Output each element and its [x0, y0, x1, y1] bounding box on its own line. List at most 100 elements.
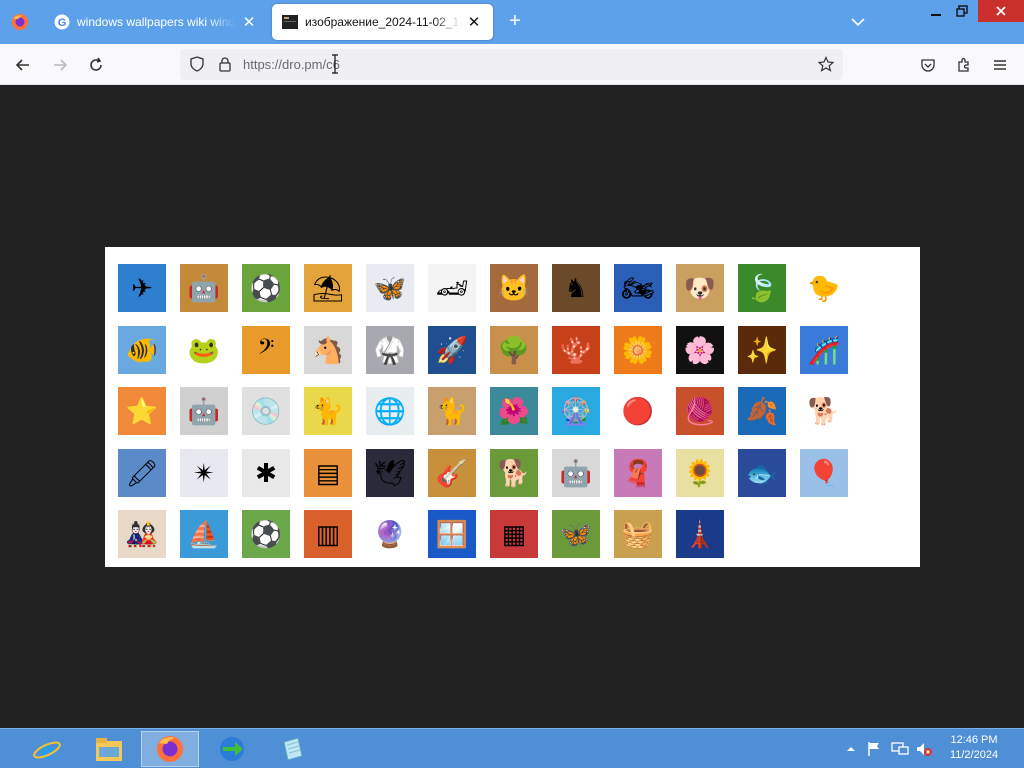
idm-icon[interactable]	[203, 731, 261, 767]
wallpaper-thumbnail-rubber-duck[interactable]: 🐤	[800, 264, 848, 312]
forward-icon[interactable]	[47, 52, 73, 78]
wallpaper-thumbnail-robot[interactable]: 🤖	[180, 264, 228, 312]
svg-text:G: G	[58, 17, 67, 29]
wallpaper-thumbnail-starfish[interactable]: ⭐	[118, 387, 166, 435]
wallpaper-thumbnail-sparks[interactable]: ✨	[738, 326, 786, 374]
wallpaper-thumbnail-daruma-doll[interactable]: 🎎	[118, 510, 166, 558]
wallpaper-thumbnail-toy-robot[interactable]: 🤖	[180, 387, 228, 435]
wallpaper-thumbnail-yellow-leaf[interactable]: 🍂	[738, 387, 786, 435]
minimize-icon[interactable]	[922, 0, 950, 22]
wallpaper-thumbnail-orange-flower[interactable]: 🌼	[614, 326, 662, 374]
wallpaper-thumbnail-airplane[interactable]: ✈	[118, 264, 166, 312]
padlock-icon[interactable]	[216, 55, 234, 73]
yellow-leaf-icon: 🍂	[745, 395, 779, 426]
reload-icon[interactable]	[83, 52, 109, 78]
wallpaper-thumbnail-race-car[interactable]: 🏎	[428, 264, 476, 312]
wallpaper-thumbnail-woven-pattern[interactable]: ▦	[490, 510, 538, 558]
wallpaper-thumbnail-soccer-balls[interactable]: ⚽	[242, 264, 290, 312]
pocket-icon[interactable]	[915, 52, 941, 78]
wallpaper-thumbnail-ball[interactable]: 🔴	[614, 387, 662, 435]
file-explorer-icon[interactable]	[80, 731, 138, 767]
wallpaper-thumbnail-frog[interactable]: 🐸	[180, 326, 228, 374]
wallpaper-thumbnail-sailboat[interactable]: ⛵	[180, 510, 228, 558]
wallpaper-thumbnail-basket[interactable]: 🧺	[614, 510, 662, 558]
network-icon[interactable]	[891, 729, 909, 768]
wallpaper-thumbnail-pink-flower[interactable]: 🌺	[490, 387, 538, 435]
wallpaper-thumbnail-silk-cloth[interactable]: 🧣	[614, 449, 662, 497]
wallpaper-thumbnail-bass-clef[interactable]: 𝄢	[242, 326, 290, 374]
wallpaper-thumbnail-horse[interactable]: 🐴	[304, 326, 352, 374]
wallpaper-thumbnail-fabric[interactable]: 🧶	[676, 387, 724, 435]
wallpaper-thumbnail-kitten[interactable]: 🐈	[428, 387, 476, 435]
wallpaper-thumbnail-roller-coaster[interactable]: 🎢	[800, 326, 848, 374]
wallpaper-thumbnail-guitar[interactable]: 🎸	[428, 449, 476, 497]
restore-icon[interactable]	[948, 0, 976, 22]
wallpaper-thumbnail-paper-crane[interactable]: 🕊	[366, 449, 414, 497]
back-icon[interactable]	[10, 52, 36, 78]
wallpaper-thumbnail-lucky-cat[interactable]: 🐈	[304, 387, 352, 435]
wallpaper-thumbnail-beach-chairs[interactable]: ⛱	[304, 264, 352, 312]
clock-time: 12:46 PM	[950, 734, 998, 746]
wallpaper-thumbnail-karate[interactable]: 🥋	[366, 326, 414, 374]
list-all-tabs-icon[interactable]	[848, 12, 868, 32]
wallpaper-thumbnail-space-shuttle[interactable]: 🚀	[428, 326, 476, 374]
wallpaper-thumbnail-golden-retriever[interactable]: 🐶	[676, 264, 724, 312]
wallpaper-thumbnail-chess[interactable]: ♞	[552, 264, 600, 312]
extensions-icon[interactable]	[951, 52, 977, 78]
jacks-icon: ✱	[255, 457, 277, 488]
system-clock[interactable]: 12:46 PM 11/2/2024	[936, 733, 1012, 763]
wallpaper-thumbnail-cat[interactable]: 🐱	[490, 264, 538, 312]
window-icon: 🪟	[435, 518, 469, 549]
close-tab-icon[interactable]: ✕	[465, 13, 483, 31]
url-text[interactable]: https://dro.pm/c6	[243, 57, 340, 72]
wallpaper-thumbnail-vinyl-record[interactable]: 💿	[242, 387, 290, 435]
striped-fabric-icon: ▥	[315, 518, 341, 549]
action-center-flag-icon[interactable]	[866, 729, 882, 768]
wallpaper-thumbnail-grid: ✈ 🤖 ⚽ ⛱ 🦋 🏎 🐱 ♞ 🏍 🐶 🍃 🐤 🐠 🐸 𝄢 🐴 🥋 🚀 🌳 🪸 🌼 🌸 ✨ 🎢 ⭐ 🤖 💿 🐈 🌐 🐈 🌺 🎡 🔴 🧶 🍂 🐕 🖍 ✴ ✱ ▤…	[105, 247, 920, 567]
beach-chairs-icon: ⛱	[311, 272, 345, 303]
tracking-protection-shield-icon[interactable]	[188, 55, 206, 73]
wallpaper-thumbnail-clownfish[interactable]: 🐟	[738, 449, 786, 497]
wallpaper-thumbnail-monarch-butterfly[interactable]: 🦋	[552, 510, 600, 558]
new-tab-icon[interactable]: +	[504, 10, 526, 32]
wallpaper-thumbnail-tin-robot[interactable]: 🤖	[552, 449, 600, 497]
address-bar[interactable]: https://dro.pm/c6	[180, 49, 843, 80]
wallpaper-thumbnail-motocross[interactable]: 🏍	[614, 264, 662, 312]
crayons-icon: 🖍	[125, 457, 159, 488]
internet-explorer-icon[interactable]: e	[18, 731, 76, 767]
wallpaper-thumbnail-border-collie[interactable]: 🐕	[800, 387, 848, 435]
wallpaper-thumbnail-jacks[interactable]: ✱	[242, 449, 290, 497]
wallpaper-thumbnail-gyroscope[interactable]: 🌐	[366, 387, 414, 435]
wallpaper-thumbnail-window[interactable]: 🪟	[428, 510, 476, 558]
wallpaper-thumbnail-pomeranian[interactable]: 🐕	[490, 449, 538, 497]
wallpaper-thumbnail-stairs[interactable]: ▤	[304, 449, 352, 497]
wallpaper-thumbnail-coral[interactable]: 🪸	[552, 326, 600, 374]
wallpaper-thumbnail-crayons[interactable]: 🖍	[118, 449, 166, 497]
daruma-doll-icon: 🎎	[125, 518, 159, 549]
wallpaper-thumbnail-pinwheel[interactable]: 🎡	[552, 387, 600, 435]
wallpaper-thumbnail-hot-air-balloon[interactable]: 🎈	[800, 449, 848, 497]
wallpaper-thumbnail-goldfish[interactable]: 🐠	[118, 326, 166, 374]
wallpaper-thumbnail-sunflower[interactable]: 🌻	[676, 449, 724, 497]
close-tab-icon[interactable]: ✕	[240, 13, 258, 31]
close-window-icon[interactable]	[978, 0, 1024, 22]
vinyl-record-icon: 💿	[249, 395, 283, 426]
wallpaper-thumbnail-white-flower[interactable]: 🌸	[676, 326, 724, 374]
wallpaper-thumbnail-soccer-ball[interactable]: ⚽	[242, 510, 290, 558]
wallpaper-thumbnail-bonsai[interactable]: 🌳	[490, 326, 538, 374]
firefox-menu-icon[interactable]	[8, 10, 32, 34]
show-hidden-icons-icon[interactable]	[846, 729, 856, 768]
wallpaper-thumbnail-blue-butterfly[interactable]: 🦋	[366, 264, 414, 312]
wallpaper-thumbnail-green-leaf[interactable]: 🍃	[738, 264, 786, 312]
wallpaper-thumbnail-red-star[interactable]: ✴	[180, 449, 228, 497]
wallpaper-thumbnail-striped-fabric[interactable]: ▥	[304, 510, 352, 558]
notepad-icon[interactable]	[264, 731, 322, 767]
firefox-icon[interactable]	[141, 731, 199, 767]
tab-wallpapers-search[interactable]: G windows wallpapers wiki windows 8 imag…	[44, 4, 268, 40]
wallpaper-thumbnail-marbles[interactable]: 🔮	[366, 510, 414, 558]
tab-image[interactable]: изображение_2024-11-02_183946.png ✕	[272, 4, 493, 40]
hamburger-menu-icon[interactable]	[987, 52, 1013, 78]
volume-muted-icon[interactable]	[915, 729, 933, 768]
wallpaper-thumbnail-lighthouse[interactable]: 🗼	[676, 510, 724, 558]
bookmark-star-icon[interactable]	[817, 55, 835, 73]
